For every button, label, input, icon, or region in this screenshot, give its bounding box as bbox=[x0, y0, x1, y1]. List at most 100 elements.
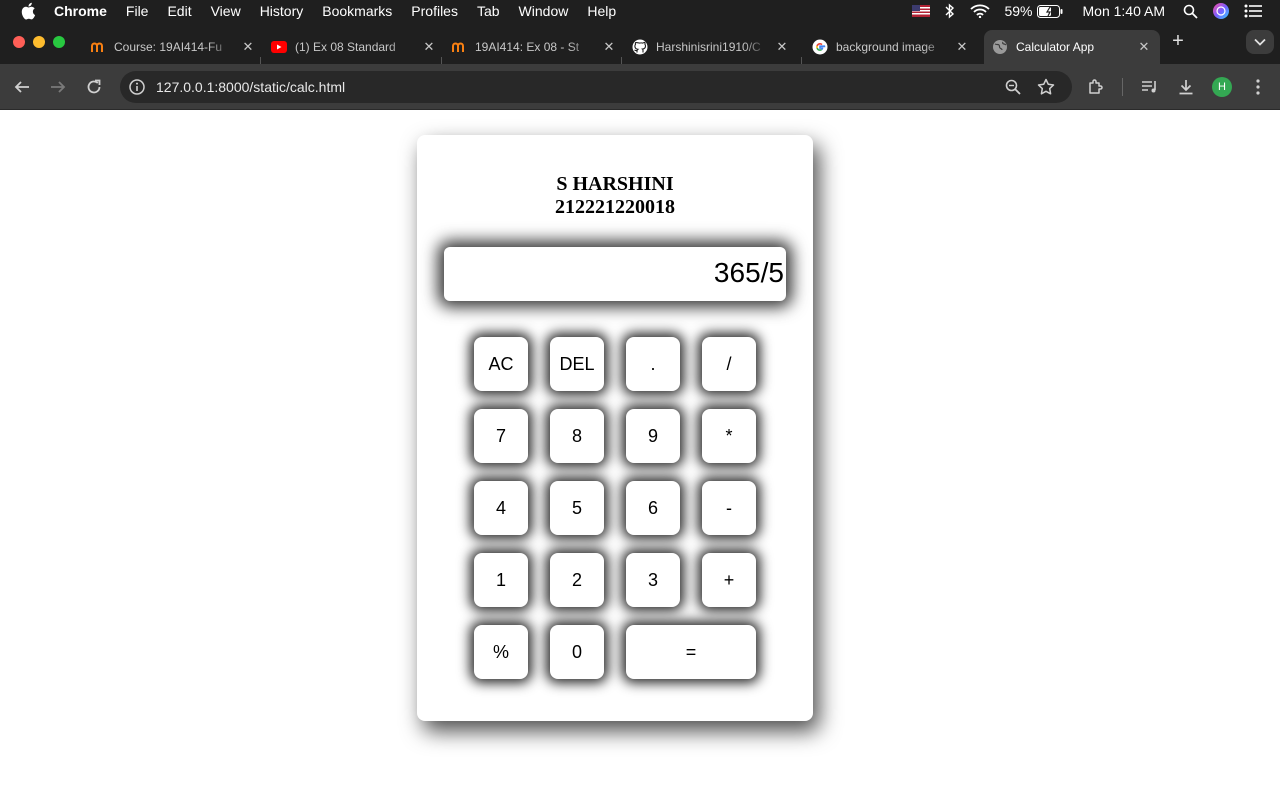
tab-youtube[interactable]: (1) Ex 08 Standard ✕ bbox=[271, 30, 437, 64]
digit-2-button[interactable]: 2 bbox=[550, 553, 604, 607]
menu-list: Chrome File Edit View History Bookmarks … bbox=[54, 0, 635, 22]
wifi-icon[interactable] bbox=[970, 4, 991, 18]
moodle-icon bbox=[451, 39, 467, 55]
tab-title: Harshinisrini1910/C bbox=[656, 40, 761, 54]
display-value: 365/5 bbox=[713, 257, 784, 288]
globe-icon bbox=[992, 39, 1008, 55]
menu-view[interactable]: View bbox=[211, 3, 241, 19]
tab-close-icon[interactable]: ✕ bbox=[774, 39, 790, 55]
menu-edit[interactable]: Edit bbox=[167, 3, 191, 19]
window-minimize-button[interactable] bbox=[33, 36, 45, 48]
battery-percent: 59% bbox=[1004, 3, 1033, 19]
reading-list-button[interactable] bbox=[1138, 75, 1162, 99]
more-vert-icon bbox=[1256, 79, 1260, 95]
add-button[interactable]: + bbox=[702, 553, 756, 607]
apple-logo-icon[interactable] bbox=[20, 2, 36, 20]
menu-profiles[interactable]: Profiles bbox=[411, 3, 458, 19]
reload-button[interactable] bbox=[82, 75, 106, 99]
subtract-button[interactable]: - bbox=[702, 481, 756, 535]
tab-close-icon[interactable]: ✕ bbox=[1136, 39, 1152, 55]
window-close-button[interactable] bbox=[13, 36, 25, 48]
control-center-icon[interactable] bbox=[1244, 4, 1262, 18]
profile-avatar[interactable]: H bbox=[1212, 77, 1232, 97]
tab-title: (1) Ex 08 Standard bbox=[295, 40, 396, 54]
menu-tab[interactable]: Tab bbox=[477, 3, 500, 19]
tab-close-icon[interactable]: ✕ bbox=[240, 39, 256, 55]
menu-window[interactable]: Window bbox=[519, 3, 569, 19]
toolbar-divider bbox=[1122, 78, 1123, 96]
forward-button[interactable] bbox=[46, 75, 70, 99]
youtube-icon bbox=[271, 39, 287, 55]
tab-calculator-app[interactable]: Calculator App ✕ bbox=[984, 30, 1160, 64]
menu-file[interactable]: File bbox=[126, 3, 149, 19]
tab-close-icon[interactable]: ✕ bbox=[601, 39, 617, 55]
tab-title: 19AI414: Ex 08 - St bbox=[475, 40, 580, 54]
menu-bookmarks[interactable]: Bookmarks bbox=[322, 3, 392, 19]
battery-status[interactable]: 59% bbox=[1004, 3, 1062, 19]
divide-button[interactable]: / bbox=[702, 337, 756, 391]
us-flag-icon[interactable] bbox=[912, 5, 931, 17]
calculator-card: S HARSHINI 212221220018 365/5 AC DEL . /… bbox=[417, 135, 813, 721]
menu-app-name[interactable]: Chrome bbox=[54, 3, 107, 19]
ac-button[interactable]: AC bbox=[474, 337, 528, 391]
clock[interactable]: Mon 1:40 AM bbox=[1083, 3, 1166, 19]
percent-button[interactable]: % bbox=[474, 625, 528, 679]
downloads-button[interactable] bbox=[1174, 75, 1198, 99]
delete-button[interactable]: DEL bbox=[550, 337, 604, 391]
student-header: S HARSHINI 212221220018 bbox=[417, 173, 813, 219]
moodle-icon bbox=[90, 39, 106, 55]
tab-search-button[interactable] bbox=[1246, 30, 1274, 54]
window-zoom-button[interactable] bbox=[53, 36, 65, 48]
decimal-button[interactable]: . bbox=[626, 337, 680, 391]
download-icon bbox=[1179, 80, 1193, 95]
github-icon bbox=[632, 39, 648, 55]
tab-google[interactable]: background image ✕ bbox=[812, 30, 970, 64]
tab-strip: Course: 19AI414-Fu ✕ (1) Ex 08 Standard … bbox=[0, 22, 1280, 73]
multiply-button[interactable]: * bbox=[702, 409, 756, 463]
macos-menu-bar: Chrome File Edit View History Bookmarks … bbox=[0, 0, 1280, 22]
spotlight-search-icon[interactable] bbox=[1183, 4, 1198, 19]
student-id: 212221220018 bbox=[555, 196, 675, 218]
tab-title: Calculator App bbox=[1016, 40, 1095, 54]
menu-history[interactable]: History bbox=[260, 3, 304, 19]
digit-9-button[interactable]: 9 bbox=[626, 409, 680, 463]
calculator-display[interactable]: 365/5 bbox=[444, 247, 786, 301]
student-name: S HARSHINI bbox=[556, 173, 674, 195]
address-bar[interactable]: 127.0.0.1:8000/static/calc.html bbox=[120, 71, 1072, 103]
digit-7-button[interactable]: 7 bbox=[474, 409, 528, 463]
back-button[interactable] bbox=[10, 75, 34, 99]
tab-title: Course: 19AI414-Fu bbox=[114, 40, 223, 54]
chrome-menu-button[interactable] bbox=[1246, 75, 1270, 99]
digit-3-button[interactable]: 3 bbox=[626, 553, 680, 607]
site-info-icon[interactable] bbox=[128, 78, 146, 96]
bluetooth-icon[interactable] bbox=[944, 3, 956, 19]
google-icon bbox=[812, 39, 828, 55]
tab-course[interactable]: Course: 19AI414-Fu ✕ bbox=[90, 30, 256, 64]
media-queue-icon bbox=[1142, 81, 1156, 93]
digit-0-button[interactable]: 0 bbox=[550, 625, 604, 679]
zoom-icon[interactable] bbox=[1005, 79, 1021, 95]
reload-icon bbox=[87, 79, 101, 94]
url-text[interactable]: 127.0.0.1:8000/static/calc.html bbox=[156, 79, 345, 95]
extensions-button[interactable] bbox=[1084, 75, 1108, 99]
new-tab-button[interactable]: + bbox=[1168, 31, 1188, 51]
digit-5-button[interactable]: 5 bbox=[550, 481, 604, 535]
tab-github[interactable]: Harshinisrini1910/C ✕ bbox=[632, 30, 790, 64]
bookmark-star-icon[interactable] bbox=[1037, 78, 1055, 96]
tab-close-icon[interactable]: ✕ bbox=[421, 39, 437, 55]
tab-close-icon[interactable]: ✕ bbox=[954, 39, 970, 55]
digit-1-button[interactable]: 1 bbox=[474, 553, 528, 607]
puzzle-icon bbox=[1089, 79, 1103, 94]
equals-button[interactable]: = bbox=[626, 625, 756, 679]
siri-icon[interactable] bbox=[1212, 2, 1230, 20]
status-area: 59% Mon 1:40 AM bbox=[912, 0, 1280, 22]
digit-4-button[interactable]: 4 bbox=[474, 481, 528, 535]
battery-charging-icon bbox=[1036, 4, 1062, 18]
menu-help[interactable]: Help bbox=[587, 3, 616, 19]
tab-ex08[interactable]: 19AI414: Ex 08 - St ✕ bbox=[451, 30, 617, 64]
digit-8-button[interactable]: 8 bbox=[550, 409, 604, 463]
arrow-right-icon bbox=[51, 81, 66, 93]
web-page: S HARSHINI 212221220018 365/5 AC DEL . /… bbox=[0, 110, 1280, 800]
arrow-left-icon bbox=[14, 81, 29, 93]
digit-6-button[interactable]: 6 bbox=[626, 481, 680, 535]
